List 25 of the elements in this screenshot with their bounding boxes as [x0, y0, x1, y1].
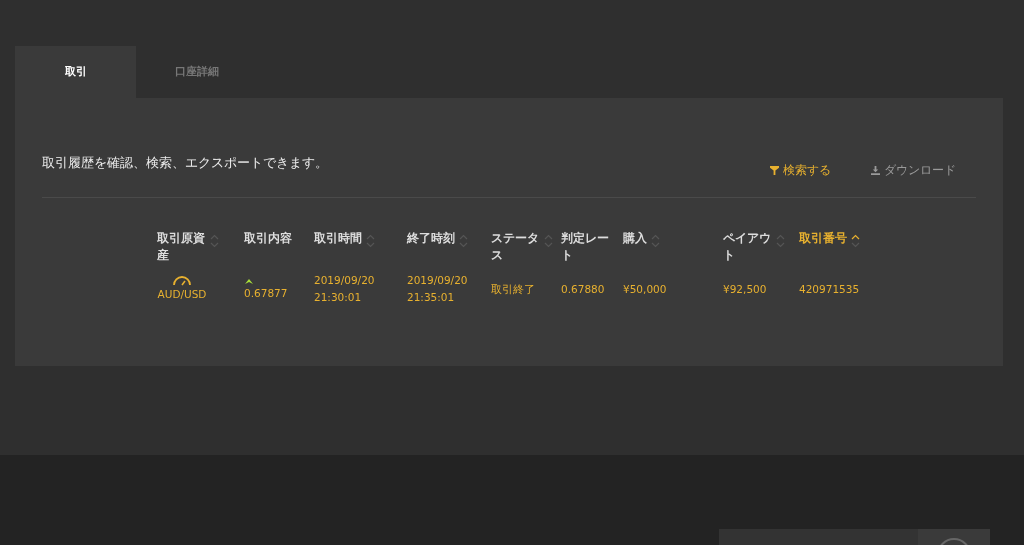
column-header[interactable]: 取引原資産 [157, 230, 207, 264]
column-header[interactable]: 購入 [623, 230, 647, 247]
gauge-icon [172, 275, 192, 286]
table-cell-text: ¥50,000 [623, 281, 668, 297]
column-header[interactable]: 取引時間 [314, 230, 362, 247]
download-icon [871, 165, 880, 175]
description-text: 取引履歴を確認、検索、エクスポートできます。 [42, 154, 328, 172]
rate-text: 0.67877 [244, 285, 288, 301]
column-header[interactable]: 判定レート [561, 230, 611, 264]
column-header[interactable]: ステータス [491, 230, 541, 264]
sort-icon[interactable] [851, 234, 860, 248]
table-cell-text: 420971535 [799, 281, 861, 297]
table-cell-text: 0.67880 [561, 281, 606, 297]
column-header[interactable]: 取引内容 [244, 230, 292, 247]
tab[interactable]: 取引 [15, 46, 136, 98]
table-cell-text: 取引終了 [491, 281, 536, 297]
table-cell-text: ¥92,500 [723, 281, 768, 297]
column-header[interactable]: 終了時刻 [407, 230, 455, 247]
asset-text: AUD/USD [157, 287, 207, 302]
column-header[interactable]: ペイアウト [723, 230, 773, 264]
table-cell-text: 2019/09/20 21:35:01 [407, 273, 469, 305]
table-cell-text: 2019/09/20 21:30:01 [314, 273, 376, 305]
column-header[interactable]: 取引番号 [799, 230, 847, 247]
search-button[interactable]: 検索する [770, 161, 831, 179]
filter-icon [770, 165, 779, 175]
